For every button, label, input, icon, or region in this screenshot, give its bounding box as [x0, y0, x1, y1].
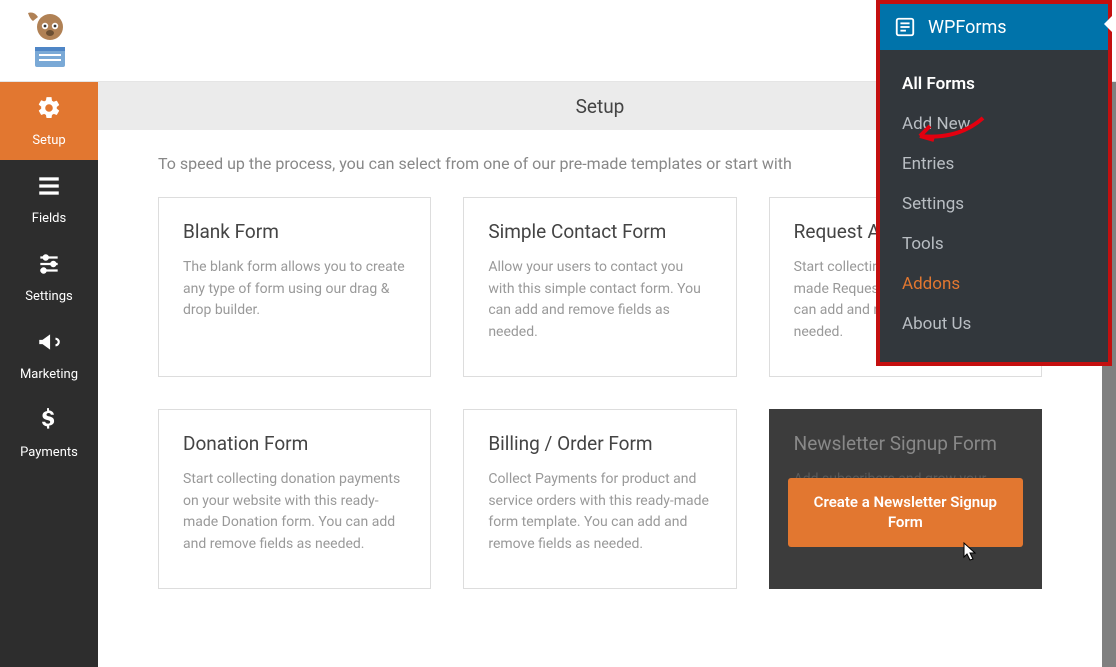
- template-title: Blank Form: [183, 220, 406, 243]
- submenu-item-addons[interactable]: Addons: [880, 264, 1108, 304]
- list-icon: [36, 173, 62, 205]
- sidebar-item-fields[interactable]: Fields: [0, 160, 98, 238]
- template-desc: Allow your users to contact you with thi…: [488, 257, 711, 344]
- sidebar-item-label: Setup: [32, 133, 65, 148]
- submenu-item-about-us[interactable]: About Us: [880, 304, 1108, 344]
- submenu-item-settings[interactable]: Settings: [880, 184, 1108, 224]
- sidebar-item-label: Fields: [32, 211, 66, 226]
- template-desc: The blank form allows you to create any …: [183, 257, 406, 322]
- sidebar-item-marketing[interactable]: Marketing: [0, 316, 98, 394]
- template-title: Billing / Order Form: [488, 432, 711, 455]
- sidebar-item-setup[interactable]: Setup: [0, 82, 98, 160]
- submenu-item-tools[interactable]: Tools: [880, 224, 1108, 264]
- page-title: Setup: [576, 95, 625, 118]
- submenu-title: WPForms: [928, 17, 1007, 38]
- wp-admin-submenu: WPForms All Forms Add New Entries Settin…: [876, 0, 1112, 366]
- template-title: Newsletter Signup Form: [794, 432, 1017, 455]
- submenu-item-entries[interactable]: Entries: [880, 144, 1108, 184]
- sidebar-item-label: Payments: [20, 445, 78, 460]
- submenu-item-all-forms[interactable]: All Forms: [880, 64, 1108, 104]
- template-donation[interactable]: Donation Form Start collecting donation …: [158, 409, 431, 589]
- wpforms-logo: [18, 9, 82, 73]
- template-newsletter[interactable]: Newsletter Signup Form Add subscribers a…: [769, 409, 1042, 589]
- bullhorn-icon: [36, 329, 62, 361]
- submenu-items: All Forms Add New Entries Settings Tools…: [880, 50, 1108, 362]
- submenu-item-add-new[interactable]: Add New: [880, 104, 1108, 144]
- sliders-icon: [36, 251, 62, 283]
- submenu-header[interactable]: WPForms: [880, 4, 1108, 50]
- create-template-button[interactable]: Create a Newsletter Signup Form: [788, 478, 1023, 547]
- template-desc: Collect Payments for product and service…: [488, 469, 711, 556]
- form-icon: [894, 16, 916, 38]
- sidebar-item-label: Marketing: [20, 367, 78, 382]
- arrow-indicator-icon: [1104, 16, 1112, 32]
- sidebar-item-settings[interactable]: Settings: [0, 238, 98, 316]
- sidebar-item-label: Settings: [25, 289, 72, 304]
- template-title: Simple Contact Form: [488, 220, 711, 243]
- template-billing[interactable]: Billing / Order Form Collect Payments fo…: [463, 409, 736, 589]
- dollar-icon: [38, 407, 60, 439]
- template-simple-contact[interactable]: Simple Contact Form Allow your users to …: [463, 197, 736, 377]
- template-blank-form[interactable]: Blank Form The blank form allows you to …: [158, 197, 431, 377]
- gear-icon: [36, 95, 62, 127]
- sidebar-item-payments[interactable]: Payments: [0, 394, 98, 472]
- builder-sidebar: Setup Fields Settings Marketing Payments: [0, 82, 98, 667]
- template-desc: Start collecting donation payments on yo…: [183, 469, 406, 556]
- template-title: Donation Form: [183, 432, 406, 455]
